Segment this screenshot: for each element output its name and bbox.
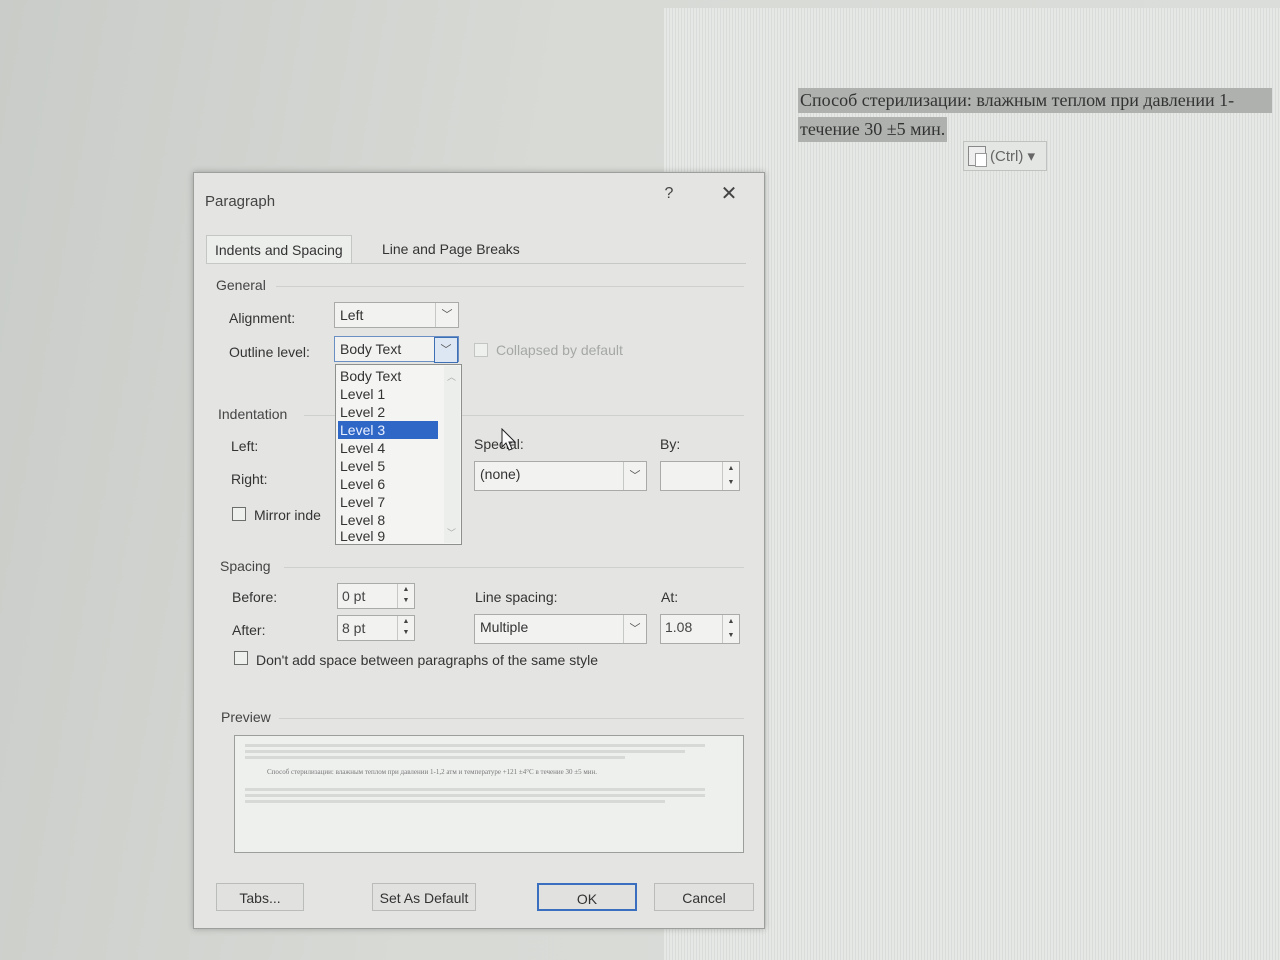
chevron-down-icon: ﹀ [434, 337, 458, 363]
preview-line [245, 788, 705, 791]
spacing-divider [284, 567, 744, 568]
chevron-down-icon: ﹀ [623, 615, 646, 643]
tab-divider [206, 263, 746, 264]
help-button[interactable]: ? [660, 185, 678, 203]
tab-line-and-page-breaks[interactable]: Line and Page Breaks [374, 235, 528, 263]
by-spinner[interactable]: ▲ ▼ [660, 461, 740, 491]
cancel-button[interactable]: Cancel [654, 883, 754, 911]
preview-divider [279, 718, 744, 719]
paste-options-label: (Ctrl) ▾ [990, 148, 1036, 165]
mirror-indents-label: Mirror inde [254, 507, 321, 523]
dropdown-item-body-text[interactable]: Body Text [338, 367, 438, 385]
dropdown-item-level-4[interactable]: Level 4 [338, 439, 438, 457]
line-spacing-label: Line spacing: [475, 589, 558, 605]
before-value: 0 pt [342, 588, 366, 604]
clipboard-icon [968, 146, 987, 167]
set-as-default-button[interactable]: Set As Default [372, 883, 476, 911]
indent-right-label: Right: [231, 471, 268, 487]
after-value: 8 pt [342, 620, 366, 636]
dropdown-item-level-7[interactable]: Level 7 [338, 493, 438, 511]
spinner-arrows-icon[interactable]: ▲ ▼ [397, 616, 414, 640]
alignment-value: Left [340, 307, 364, 323]
paste-options-button[interactable]: (Ctrl) ▾ [963, 141, 1047, 171]
chevron-down-icon: ﹀ [435, 303, 458, 327]
spinner-arrows-icon[interactable]: ▲ ▼ [722, 462, 739, 490]
preview-box: Способ стерилизации: влажным теплом при … [234, 735, 744, 853]
mouse-pointer-icon [501, 427, 517, 455]
dropdown-item-level-2[interactable]: Level 2 [338, 403, 438, 421]
outline-level-select[interactable]: Body Text ﹀ [334, 336, 459, 363]
dropdown-item-level-6[interactable]: Level 6 [338, 475, 438, 493]
scroll-up-icon[interactable]: ︿ [447, 370, 456, 383]
outline-level-dropdown-list[interactable]: Body Text Level 1 Level 2 Level 3 Level … [335, 364, 462, 545]
outline-level-value: Body Text [340, 341, 402, 357]
line-spacing-value: Multiple [480, 619, 529, 635]
spacing-group-label: Spacing [220, 558, 271, 574]
preview-line [245, 756, 625, 759]
tab-indents-and-spacing[interactable]: Indents and Spacing [206, 235, 352, 264]
outline-level-label: Outline level: [229, 344, 310, 360]
dropdown-item-level-8[interactable]: Level 8 [338, 511, 438, 529]
collapsed-by-default-label: Collapsed by default [496, 342, 623, 358]
special-value: (none) [480, 466, 521, 482]
tabs-button[interactable]: Tabs... [216, 883, 304, 911]
dont-add-space-label: Don't add space between paragraphs of th… [256, 652, 598, 668]
dropdown-item-level-3[interactable]: Level 3 [338, 421, 438, 439]
dialog-title: Paragraph [205, 193, 276, 210]
mirror-indents-checkbox[interactable] [232, 507, 246, 521]
document-text-line-2[interactable]: течение 30 ±5 мин. [798, 117, 948, 142]
spinner-arrows-icon[interactable]: ▲ ▼ [722, 615, 739, 643]
before-label: Before: [232, 589, 278, 605]
dont-add-space-checkbox[interactable] [234, 651, 248, 665]
preview-line [245, 800, 665, 803]
scroll-down-icon[interactable]: ﹀ [447, 526, 456, 539]
collapsed-by-default-checkbox[interactable] [474, 343, 488, 357]
at-value: 1.08 [665, 619, 693, 635]
before-spinner[interactable]: 0 pt ▲ ▼ [337, 583, 415, 609]
dropdown-item-level-9[interactable]: Level 9 [338, 529, 438, 543]
at-spinner[interactable]: 1.08 ▲ ▼ [660, 614, 740, 644]
paragraph-dialog: Paragraph ? ✕ Indents and Spacing Line a… [193, 172, 765, 929]
dropdown-item-level-5[interactable]: Level 5 [338, 457, 438, 475]
indentation-group-label: Indentation [218, 406, 288, 422]
preview-sample-text: Способ стерилизации: влажным теплом при … [267, 768, 597, 776]
preview-group-label: Preview [221, 709, 271, 725]
after-spinner[interactable]: 8 pt ▲ ▼ [337, 615, 415, 641]
general-group-label: General [216, 277, 266, 293]
alignment-label: Alignment: [229, 310, 296, 326]
general-divider [276, 286, 744, 287]
indent-left-label: Left: [231, 438, 259, 454]
preview-line [245, 750, 685, 753]
by-label: By: [660, 436, 681, 452]
chevron-down-icon: ﹀ [623, 462, 646, 490]
line-spacing-select[interactable]: Multiple ﹀ [474, 614, 647, 644]
preview-line [245, 744, 705, 747]
alignment-select[interactable]: Left ﹀ [334, 302, 459, 328]
dropdown-item-level-1[interactable]: Level 1 [338, 385, 438, 403]
after-label: After: [232, 622, 266, 638]
dropdown-scrollbar[interactable]: ︿ ﹀ [444, 366, 460, 543]
at-label: At: [661, 589, 679, 605]
special-select[interactable]: (none) ﹀ [474, 461, 647, 491]
close-button[interactable]: ✕ [718, 181, 740, 206]
spinner-arrows-icon[interactable]: ▲ ▼ [397, 584, 414, 608]
document-text-line-1[interactable]: Способ стерилизации: влажным теплом при … [798, 88, 1272, 113]
ok-button[interactable]: OK [537, 883, 637, 911]
preview-line [245, 794, 705, 797]
